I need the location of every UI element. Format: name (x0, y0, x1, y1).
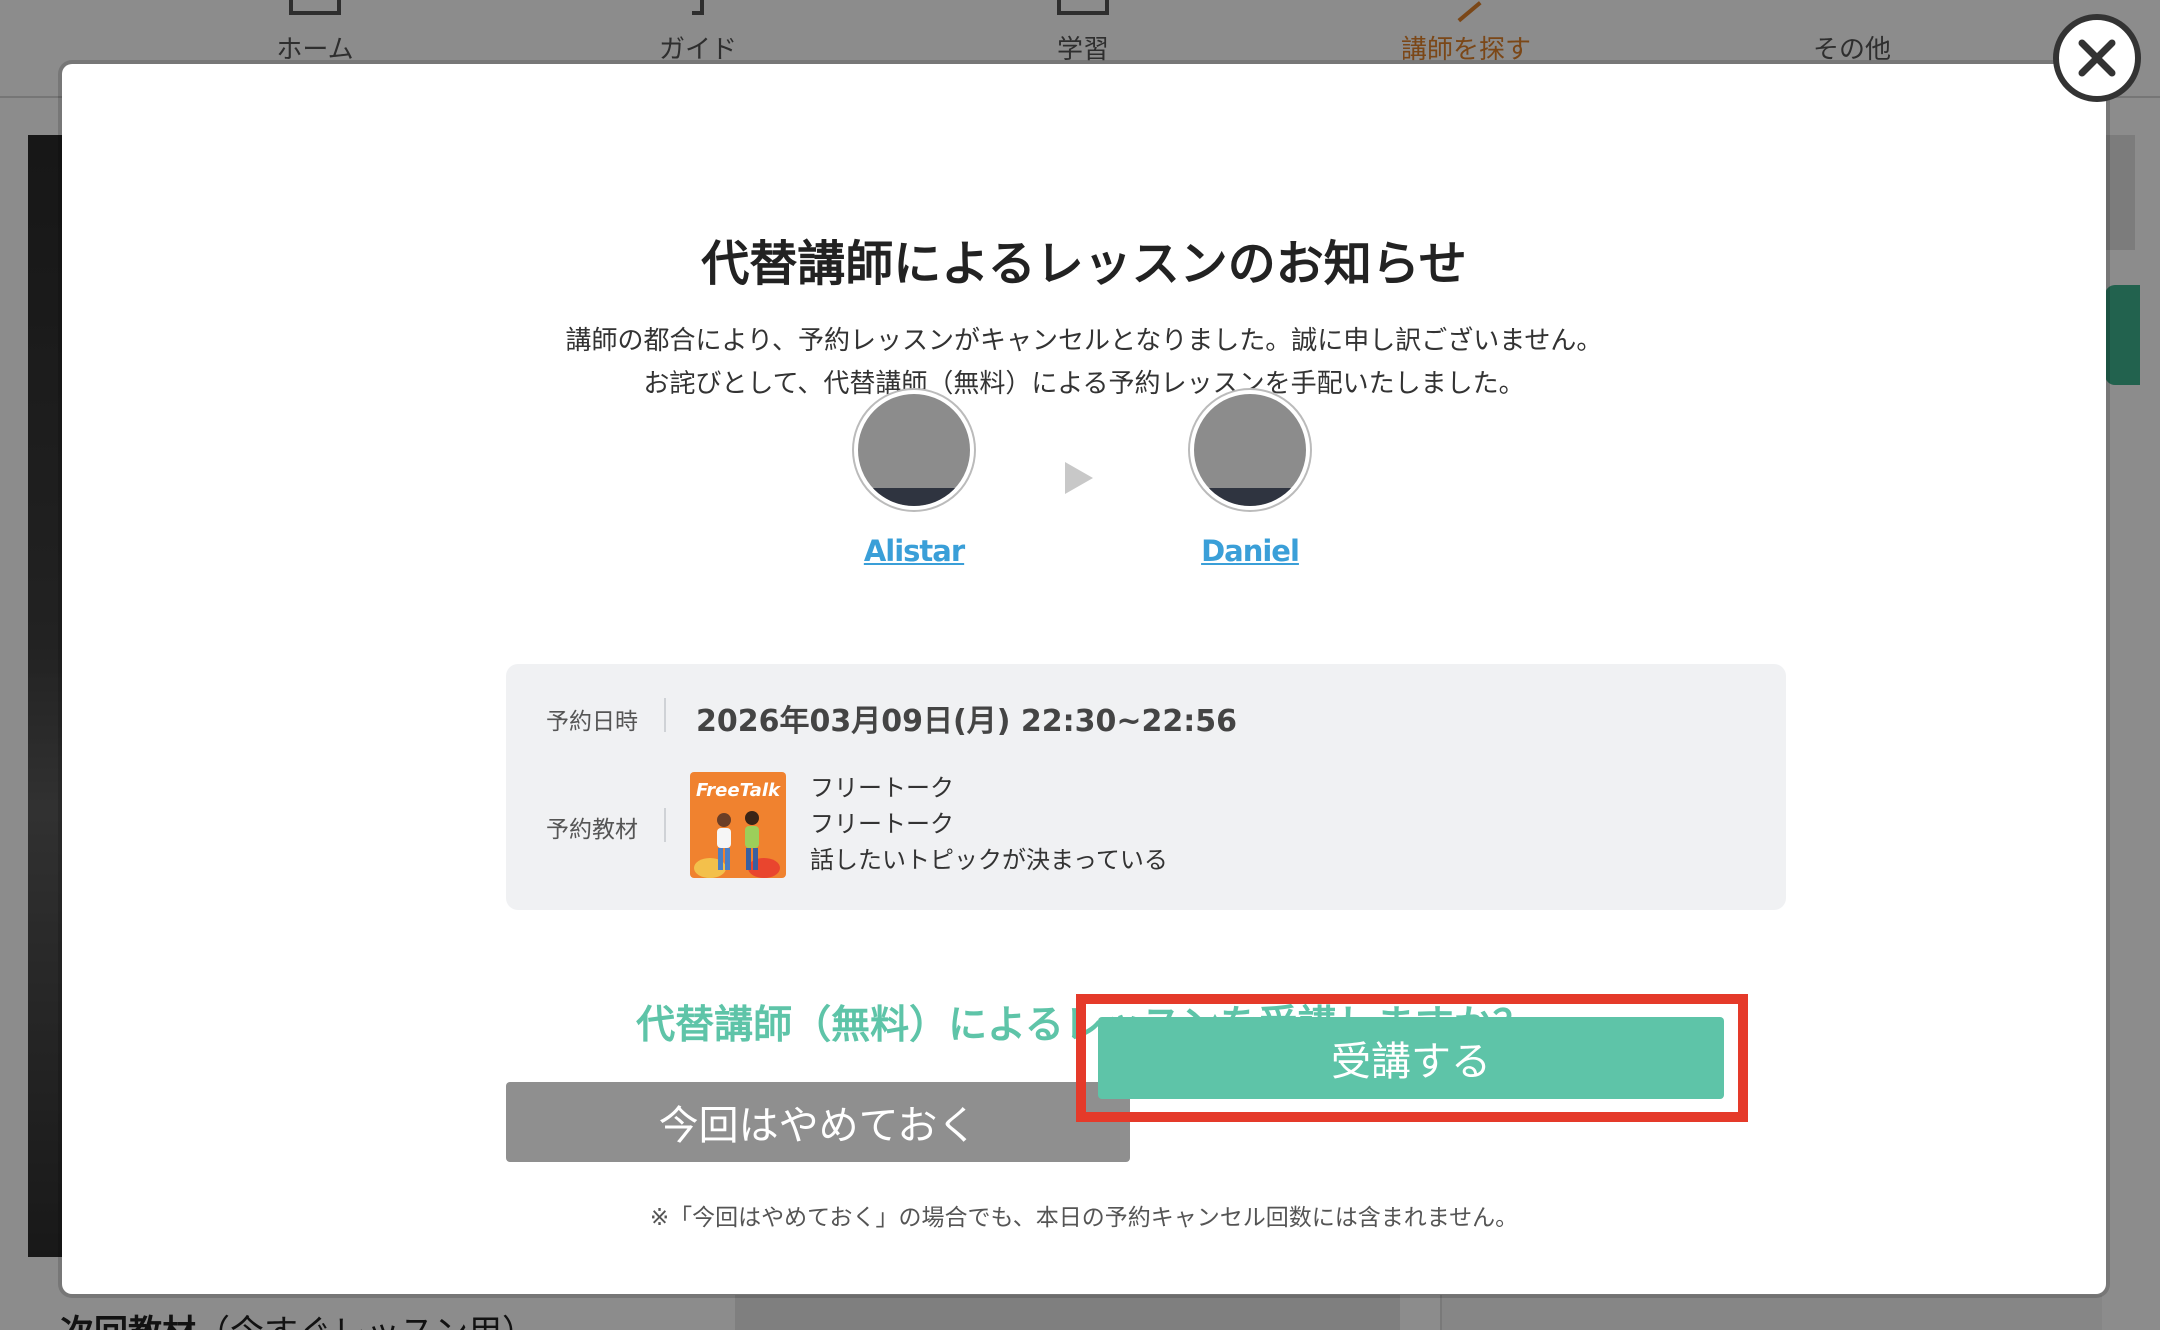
description-line: 講師の都合により、予約レッスンがキャンセルとなりました。誠に申し訳ございません。 (565, 326, 1603, 356)
datetime-value: 2026年03月09日(月) 22:30~22:56 (696, 704, 1237, 739)
divider (664, 698, 666, 732)
datetime-label: 予約日時 (546, 709, 638, 735)
booking-info: 予約日時 2026年03月09日(月) 22:30~22:56 予約教材 Fre… (506, 664, 1786, 910)
material-details: フリートーク フリートーク 話したいトピックが決まっている (810, 770, 1168, 878)
close-icon (2078, 39, 2116, 77)
substitute-tutor-modal: 代替講師によるレッスンのお知らせ 講師の都合により、予約レッスンがキャンセルとな… (62, 64, 2106, 1294)
divider (664, 808, 666, 842)
original-tutor: Alistar (824, 390, 1004, 568)
material-label: 予約教材 (546, 817, 638, 843)
material-line: フリートーク (810, 810, 954, 838)
substitute-tutor: Daniel (1160, 390, 1340, 568)
description-line: お詫びとして、代替講師（無料）による予約レッスンを手配いたしました。 (643, 369, 1525, 399)
avatar[interactable] (854, 390, 974, 510)
original-tutor-link[interactable]: Alistar (824, 534, 1004, 568)
material-thumbnail: FreeTalk (690, 772, 786, 878)
modal-description: 講師の都合により、予約レッスンがキャンセルとなりました。誠に申し訳ございません。… (62, 320, 2106, 406)
highlight-annotation (1076, 994, 1748, 1122)
arrow-right-icon (1065, 462, 1093, 494)
material-line: フリートーク (810, 774, 954, 802)
substitute-tutor-link[interactable]: Daniel (1160, 534, 1340, 568)
close-button[interactable] (2053, 14, 2141, 102)
modal-title: 代替講師によるレッスンのお知らせ (701, 236, 1467, 292)
material-thumbnail-text: FreeTalk (695, 780, 781, 801)
avatar[interactable] (1190, 390, 1310, 510)
material-line: 話したいトピックが決まっている (810, 846, 1168, 874)
cancel-note: ※「今回はやめておく」の場合でも、本日の予約キャンセル回数には含まれません。 (649, 1205, 1519, 1231)
people-talking-icon (694, 811, 780, 878)
decline-button[interactable]: 今回はやめておく (506, 1082, 1130, 1162)
